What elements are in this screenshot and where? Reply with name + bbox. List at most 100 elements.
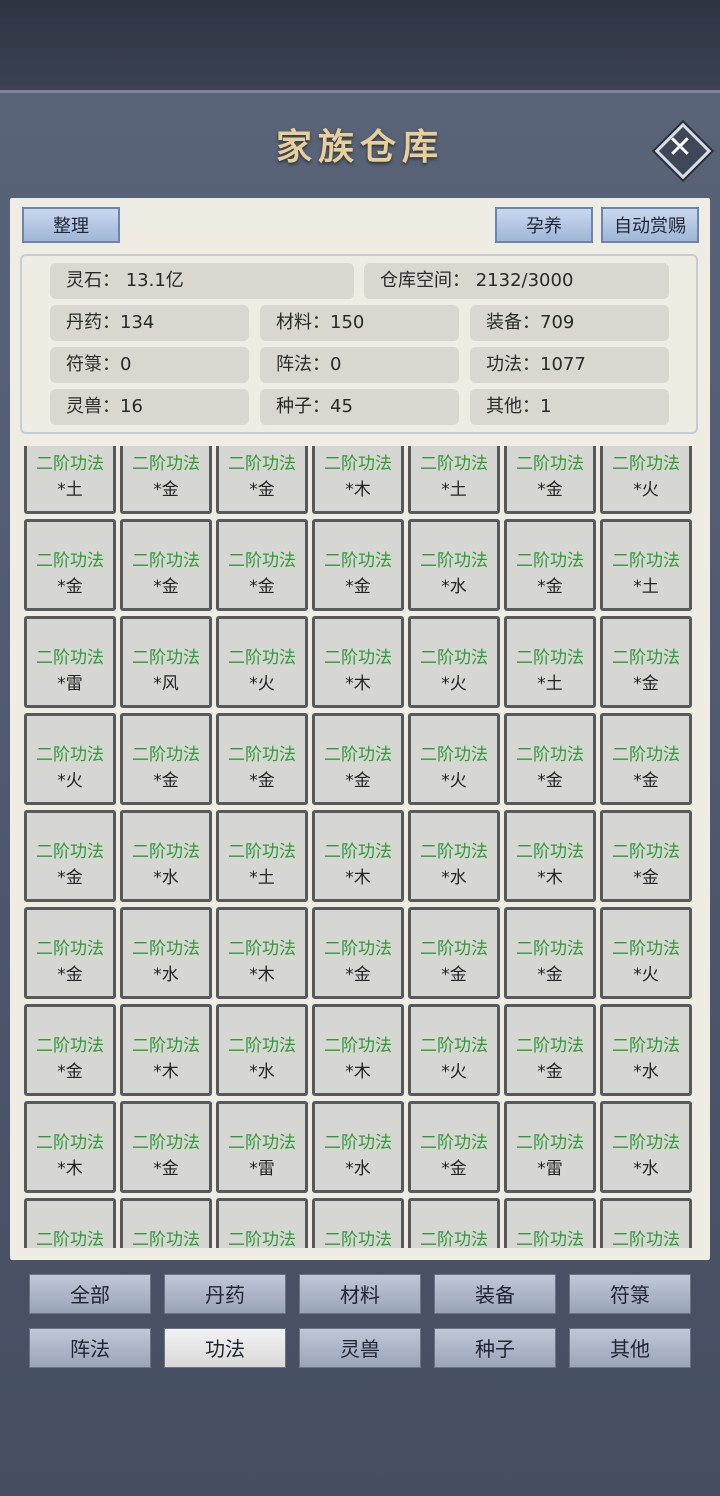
top-bar	[0, 0, 720, 90]
item-slot[interactable]: 二阶功法 *金	[216, 446, 308, 514]
item-slot[interactable]: 二阶功法 *金	[504, 907, 596, 999]
item-slot[interactable]: 二阶功法	[408, 1198, 500, 1248]
item-slot[interactable]: 二阶功法 *金	[24, 907, 116, 999]
item-name: 二阶功法	[132, 551, 200, 571]
item-element: *金	[249, 480, 275, 500]
item-slot[interactable]: 二阶功法 *金	[600, 713, 692, 805]
item-slot[interactable]: 二阶功法 *水	[120, 810, 212, 902]
close-button[interactable]: ✕	[654, 122, 712, 180]
item-slot[interactable]: 二阶功法 *土	[504, 616, 596, 708]
item-slot[interactable]: 二阶功法 *金	[216, 519, 308, 611]
item-slot[interactable]: 二阶功法 *土	[600, 519, 692, 611]
item-slot[interactable]: 二阶功法 *火	[408, 1004, 500, 1096]
item-slot[interactable]: 二阶功法 *木	[312, 616, 404, 708]
item-slot[interactable]: 二阶功法 *金	[24, 810, 116, 902]
item-slot[interactable]: 二阶功法 *木	[504, 810, 596, 902]
nurture-button[interactable]: 孕养	[495, 207, 593, 243]
item-slot[interactable]: 二阶功法 *金	[120, 446, 212, 514]
item-slot[interactable]: 二阶功法 *水	[600, 1101, 692, 1193]
item-element: *水	[633, 1062, 659, 1082]
item-name: 二阶功法	[36, 1036, 104, 1056]
item-slot[interactable]: 二阶功法 *木	[312, 810, 404, 902]
item-slot[interactable]: 二阶功法 *火	[408, 616, 500, 708]
item-slot[interactable]: 二阶功法 *土	[408, 446, 500, 514]
item-slot[interactable]: 二阶功法 *雷	[504, 1101, 596, 1193]
item-slot[interactable]: 二阶功法 *木	[216, 907, 308, 999]
item-element: *金	[249, 577, 275, 597]
item-slot[interactable]: 二阶功法 *木	[312, 1004, 404, 1096]
item-element: *金	[537, 1062, 563, 1082]
item-name: 二阶功法	[516, 454, 584, 474]
item-name: 二阶功法	[420, 648, 488, 668]
item-slot[interactable]: 二阶功法 *火	[600, 446, 692, 514]
item-element: *木	[57, 1159, 83, 1179]
item-slot[interactable]: 二阶功法 *水	[600, 1004, 692, 1096]
item-slot[interactable]: 二阶功法 *金	[24, 519, 116, 611]
item-slot[interactable]: 二阶功法	[600, 1198, 692, 1248]
item-slot[interactable]: 二阶功法 *雷	[216, 1101, 308, 1193]
item-grid-viewport[interactable]: 二阶功法 *土 二阶功法 *金 二阶功法 *金 二阶功法 *木 二阶功法 *土 二阶功法 *金 二阶功法…	[24, 446, 696, 1248]
item-slot[interactable]: 二阶功法 *水	[408, 519, 500, 611]
item-slot[interactable]: 二阶功法 *金	[504, 446, 596, 514]
item-slot[interactable]: 二阶功法 *火	[600, 907, 692, 999]
tab-7[interactable]: 灵兽	[299, 1328, 421, 1368]
sort-button[interactable]: 整理	[22, 207, 120, 243]
stat-equipment: 装备：709	[470, 305, 669, 341]
item-slot[interactable]: 二阶功法 *金	[600, 810, 692, 902]
item-element: *金	[633, 868, 659, 888]
tab-9[interactable]: 其他	[569, 1328, 691, 1368]
item-slot[interactable]: 二阶功法 *金	[120, 713, 212, 805]
item-element: *木	[345, 1062, 371, 1082]
auto-reward-button[interactable]: 自动赏赐	[601, 207, 699, 243]
item-slot[interactable]: 二阶功法 *水	[120, 907, 212, 999]
item-name: 二阶功法	[612, 1036, 680, 1056]
item-slot[interactable]: 二阶功法 *火	[408, 713, 500, 805]
item-slot[interactable]: 二阶功法 *金	[312, 519, 404, 611]
tab-4[interactable]: 符箓	[569, 1274, 691, 1314]
item-slot[interactable]: 二阶功法	[312, 1198, 404, 1248]
item-slot[interactable]: 二阶功法 *金	[120, 519, 212, 611]
item-element: *木	[249, 965, 275, 985]
item-slot[interactable]: 二阶功法 *金	[216, 713, 308, 805]
tab-6[interactable]: 功法	[164, 1328, 286, 1368]
item-slot[interactable]: 二阶功法 *金	[120, 1101, 212, 1193]
item-name: 二阶功法	[516, 1133, 584, 1153]
tab-3[interactable]: 装备	[434, 1274, 556, 1314]
tab-0[interactable]: 全部	[29, 1274, 151, 1314]
tab-5[interactable]: 阵法	[29, 1328, 151, 1368]
tab-2[interactable]: 材料	[299, 1274, 421, 1314]
item-slot[interactable]: 二阶功法 *木	[24, 1101, 116, 1193]
item-slot[interactable]: 二阶功法 *木	[312, 446, 404, 514]
item-slot[interactable]: 二阶功法	[24, 1198, 116, 1248]
item-slot[interactable]: 二阶功法	[120, 1198, 212, 1248]
item-slot[interactable]: 二阶功法 *金	[504, 1004, 596, 1096]
item-slot[interactable]: 二阶功法	[504, 1198, 596, 1248]
stat-techniques: 功法：1077	[470, 347, 669, 383]
item-slot[interactable]: 二阶功法 *金	[504, 519, 596, 611]
tab-1[interactable]: 丹药	[164, 1274, 286, 1314]
item-slot[interactable]: 二阶功法 *风	[120, 616, 212, 708]
item-slot[interactable]: 二阶功法 *金	[312, 713, 404, 805]
item-slot[interactable]: 二阶功法 *金	[504, 713, 596, 805]
close-icon: ✕	[667, 130, 693, 165]
item-slot[interactable]: 二阶功法 *雷	[24, 616, 116, 708]
item-slot[interactable]: 二阶功法 *金	[24, 1004, 116, 1096]
item-element: *火	[249, 674, 275, 694]
item-slot[interactable]: 二阶功法 *金	[408, 907, 500, 999]
item-slot[interactable]: 二阶功法 *火	[24, 713, 116, 805]
item-slot[interactable]: 二阶功法	[216, 1198, 308, 1248]
item-slot[interactable]: 二阶功法 *土	[216, 810, 308, 902]
item-slot[interactable]: 二阶功法 *金	[600, 616, 692, 708]
item-slot[interactable]: 二阶功法 *火	[216, 616, 308, 708]
item-name: 二阶功法	[36, 842, 104, 862]
tab-8[interactable]: 种子	[434, 1328, 556, 1368]
item-element: *金	[153, 771, 179, 791]
item-slot[interactable]: 二阶功法 *金	[312, 907, 404, 999]
item-element: *金	[537, 965, 563, 985]
item-slot[interactable]: 二阶功法 *金	[408, 1101, 500, 1193]
item-slot[interactable]: 二阶功法 *水	[216, 1004, 308, 1096]
item-slot[interactable]: 二阶功法 *水	[312, 1101, 404, 1193]
item-slot[interactable]: 二阶功法 *木	[120, 1004, 212, 1096]
item-slot[interactable]: 二阶功法 *水	[408, 810, 500, 902]
item-slot[interactable]: 二阶功法 *土	[24, 446, 116, 514]
